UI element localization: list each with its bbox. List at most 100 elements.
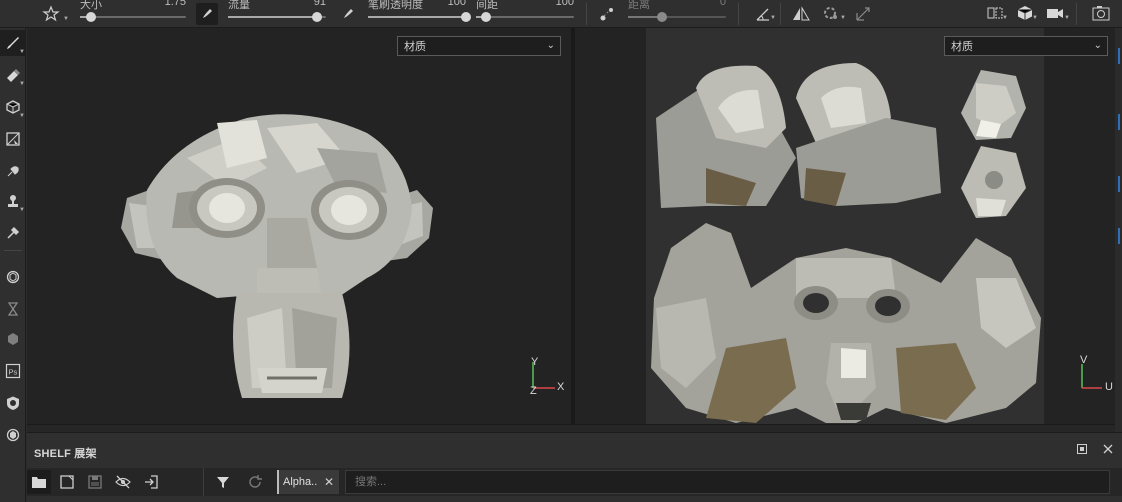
size-value[interactable]: 1.75 bbox=[150, 0, 186, 8]
left-toolbar: ▼ ▼ ▼ ▼ Ps bbox=[0, 28, 26, 502]
bake-tool[interactable] bbox=[0, 264, 26, 290]
distance-label: 距离 bbox=[628, 0, 650, 11]
opacity-slider-knob[interactable] bbox=[461, 12, 471, 22]
size-slider[interactable] bbox=[80, 16, 186, 18]
chevron-down-icon: ▼ bbox=[1002, 15, 1008, 21]
toolbar-divider bbox=[780, 3, 781, 25]
shelf-toolbar: Alpha.. ✕ bbox=[27, 468, 1122, 496]
hexagon-icon bbox=[8, 333, 18, 345]
filter-tag-alpha[interactable]: Alpha.. ✕ bbox=[277, 470, 339, 494]
chevron-down-icon: ▼ bbox=[770, 15, 776, 21]
polyfill-icon bbox=[6, 132, 20, 146]
material-dropdown-label: 材质 bbox=[951, 41, 973, 53]
distance-slider-knob[interactable] bbox=[657, 12, 668, 22]
smudge-tool[interactable] bbox=[0, 158, 26, 184]
filter-button[interactable] bbox=[211, 470, 235, 494]
eyedropper-icon bbox=[7, 226, 20, 239]
axis-x-label: X bbox=[557, 381, 565, 393]
import-icon bbox=[145, 475, 158, 489]
toolbar-divider bbox=[738, 3, 739, 25]
panel-indicator bbox=[1118, 48, 1120, 64]
new-file-icon bbox=[60, 475, 74, 489]
distance-value[interactable]: 0 bbox=[690, 0, 726, 8]
spacing-slider-knob[interactable] bbox=[480, 12, 491, 22]
flow-label: 流量 bbox=[228, 0, 250, 11]
symmetry-icon[interactable] bbox=[790, 3, 812, 25]
spacing-label: 间距 bbox=[476, 0, 498, 11]
color-picker-tool[interactable] bbox=[0, 220, 26, 246]
monkey-head-model bbox=[121, 114, 433, 398]
projection-icon[interactable] bbox=[852, 3, 874, 25]
pressure-size-icon[interactable] bbox=[196, 3, 218, 25]
shield-icon bbox=[7, 396, 19, 410]
save-icon bbox=[88, 475, 102, 489]
search-input[interactable] bbox=[345, 470, 1110, 494]
uv-islands bbox=[651, 63, 1041, 423]
eraser-tool[interactable]: ▼ bbox=[0, 62, 26, 88]
lazy-mouse-icon[interactable] bbox=[596, 3, 618, 25]
refresh-icon bbox=[249, 475, 262, 488]
screenshot-icon[interactable] bbox=[1090, 2, 1112, 24]
hourglass-icon bbox=[7, 302, 19, 316]
undock-icon[interactable] bbox=[1076, 443, 1088, 455]
axis-z-label: Z bbox=[530, 385, 537, 397]
import-button[interactable] bbox=[139, 470, 163, 494]
folder-icon bbox=[32, 477, 46, 488]
physics-icon[interactable] bbox=[820, 3, 842, 25]
uv-viewport[interactable]: 材质 ⌄ V U bbox=[575, 28, 1115, 424]
right-edge-panel bbox=[1115, 28, 1122, 424]
chevron-down-icon: ▼ bbox=[1032, 15, 1038, 21]
projection-tool[interactable]: ▼ bbox=[0, 94, 26, 120]
eye-off-icon bbox=[115, 475, 131, 489]
panel-indicator bbox=[1118, 228, 1120, 244]
axis-y-label: Y bbox=[531, 356, 539, 368]
camera-view-icon[interactable] bbox=[1044, 2, 1066, 24]
brush-preset-icon[interactable] bbox=[40, 3, 62, 25]
photoshop-tool[interactable]: Ps bbox=[0, 358, 26, 384]
toolbar-divider bbox=[1076, 3, 1077, 25]
angle-icon[interactable] bbox=[752, 3, 774, 25]
material-dropdown-uv[interactable]: 材质 ⌄ bbox=[944, 36, 1108, 56]
pressure-flow-icon[interactable] bbox=[337, 3, 359, 25]
flow-slider-knob[interactable] bbox=[312, 12, 323, 22]
chevron-down-icon: ⌄ bbox=[546, 40, 555, 51]
filter-icon bbox=[217, 477, 229, 488]
shelf-panel: SHELF 展架 Alpha.. ✕ bbox=[27, 432, 1122, 502]
photoshop-icon: Ps bbox=[5, 363, 21, 379]
chevron-down-icon: ▼ bbox=[63, 16, 69, 22]
opacity-label: 笔刷透明度 bbox=[368, 0, 423, 11]
smudge-icon bbox=[7, 166, 19, 177]
3d-viewport[interactable]: 材质 ⌄ Y X Z bbox=[27, 28, 571, 424]
toolbar-divider bbox=[203, 468, 204, 496]
refresh-button[interactable] bbox=[243, 470, 267, 494]
paint-brush-tool[interactable]: ▼ bbox=[0, 30, 26, 56]
substance-tool[interactable] bbox=[0, 422, 26, 448]
size-label: 大小 bbox=[80, 0, 102, 11]
hide-button[interactable] bbox=[111, 470, 135, 494]
timeline-tool[interactable] bbox=[0, 296, 26, 322]
horizontal-scrollbar[interactable] bbox=[27, 424, 1115, 432]
top-toolbar: ▼ 大小 1.75 流量 91 笔刷透明度 100 间距 100 距离 0 ▼ … bbox=[0, 0, 1122, 28]
flow-value[interactable]: 91 bbox=[290, 0, 326, 8]
chevron-down-icon: ▼ bbox=[840, 15, 846, 21]
distance-slider[interactable] bbox=[628, 16, 726, 18]
close-icon[interactable] bbox=[1102, 443, 1114, 455]
save-button[interactable] bbox=[83, 470, 107, 494]
close-icon[interactable]: ✕ bbox=[324, 475, 334, 489]
size-slider-knob[interactable] bbox=[85, 12, 96, 22]
opacity-value[interactable]: 100 bbox=[430, 0, 466, 8]
new-resource-button[interactable] bbox=[55, 470, 79, 494]
axis-v-label: V bbox=[1080, 354, 1088, 366]
material-dropdown-label: 材质 bbox=[404, 41, 426, 53]
clone-tool[interactable]: ▼ bbox=[0, 188, 26, 214]
material-dropdown-3d[interactable]: 材质 ⌄ bbox=[397, 36, 561, 56]
shader-tool[interactable] bbox=[0, 326, 26, 352]
opacity-slider[interactable] bbox=[368, 16, 466, 18]
filter-tag-label: Alpha.. bbox=[283, 476, 318, 488]
spacing-value[interactable]: 100 bbox=[538, 0, 574, 8]
export-tool[interactable] bbox=[0, 390, 26, 416]
folder-button[interactable] bbox=[27, 470, 51, 494]
chevron-down-icon: ▼ bbox=[1064, 15, 1070, 21]
panel-indicator bbox=[1118, 176, 1120, 192]
polygon-fill-tool[interactable] bbox=[0, 126, 26, 152]
